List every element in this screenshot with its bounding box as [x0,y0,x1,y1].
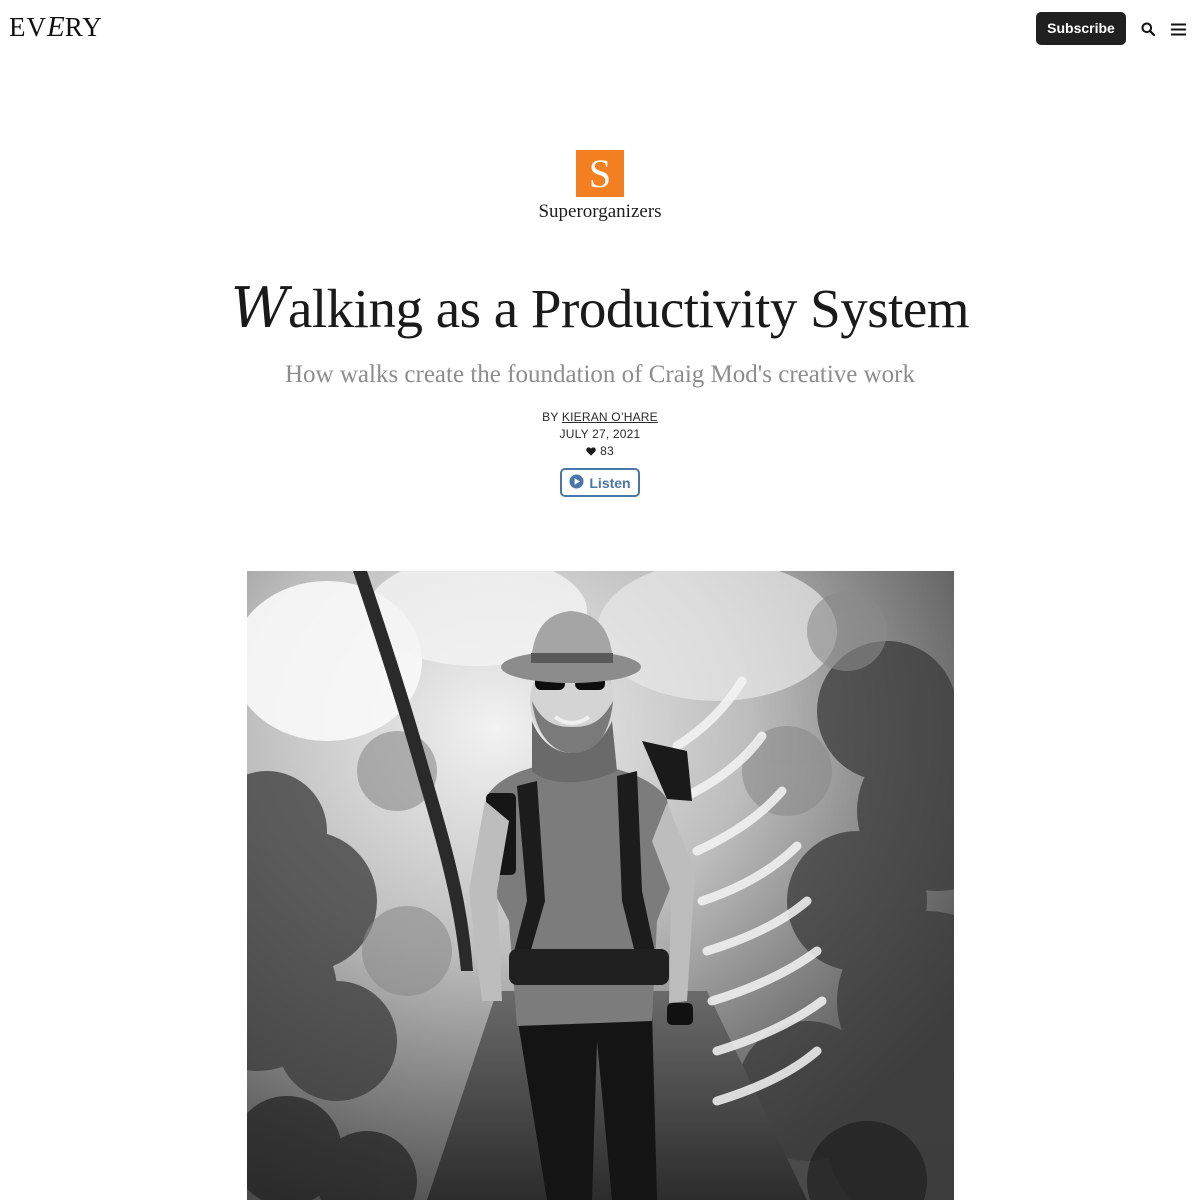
logo-text-mid: E [47,11,65,43]
article-title: Walking as a Productivity System [100,276,1100,342]
like-count-value: 83 [600,444,614,458]
logo-text-right: RY [64,12,103,42]
like-count[interactable]: 83 [400,443,800,460]
logo-text-left: EV [9,12,47,42]
author-link[interactable]: KIERAN O’HARE [562,410,658,424]
publication-logo[interactable]: S [576,150,624,197]
every-logo[interactable]: EVERY [9,11,103,43]
byline-prefix: BY [542,410,559,424]
title-text: alking as a Productivity System [287,278,970,339]
site-header: EVERY Subscribe [0,0,1200,58]
title-dropcap: W [230,276,289,341]
listen-button[interactable]: Listen [560,468,640,497]
play-icon [569,474,584,492]
hamburger-menu-icon[interactable] [1167,18,1189,40]
byline: BY KIERAN O’HARE [400,409,800,425]
heart-icon[interactable] [586,444,596,460]
publish-date: JULY 27, 2021 [559,427,641,441]
hero-photo [247,571,954,1200]
subscribe-button[interactable]: Subscribe [1036,12,1126,45]
listen-label: Listen [589,474,631,491]
article-subtitle: How walks create the foundation of Craig… [284,361,915,388]
search-icon[interactable] [1137,18,1159,40]
publication-name[interactable]: Superorganizers [400,200,800,224]
